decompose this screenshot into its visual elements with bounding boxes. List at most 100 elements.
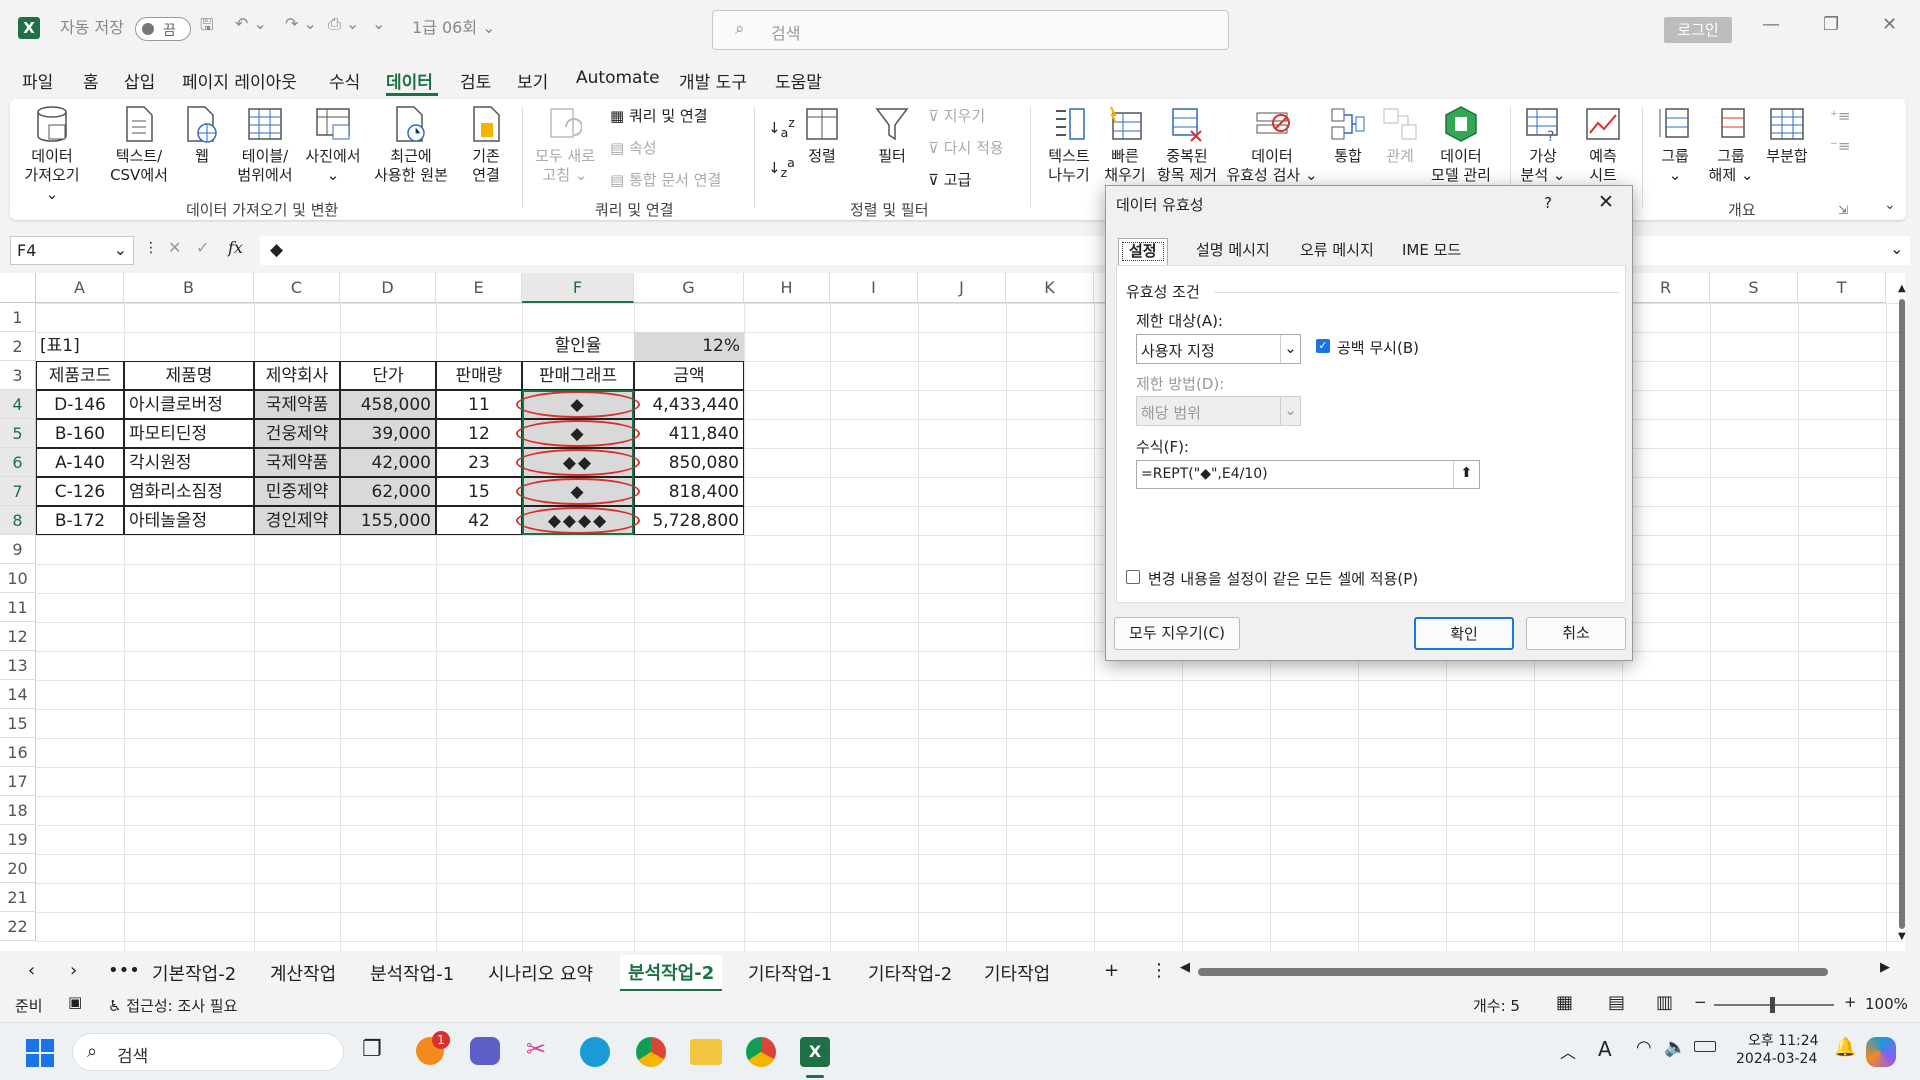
forecast-sheet-button[interactable]: 예측 시트 (1578, 105, 1628, 185)
table-cell-r1-c6[interactable]: ◆ (522, 390, 634, 419)
row-header-13[interactable]: 13 (0, 651, 36, 680)
row-header-5[interactable]: 5 (0, 419, 36, 448)
sheet-tab-6[interactable]: 기타작업-1 (748, 960, 832, 986)
collapse-dialog-icon[interactable]: ⬆ (1453, 461, 1479, 488)
menu-data[interactable]: 데이터 (386, 68, 433, 93)
outline-dialog-launcher-icon[interactable]: ⇲ (1838, 203, 1848, 217)
zoom-slider[interactable] (1714, 997, 1834, 1013)
discount-value[interactable]: 12% (634, 332, 744, 361)
save-icon[interactable]: 🖫 (200, 14, 214, 41)
task-view-icon[interactable]: ❐ (362, 1037, 382, 1062)
table-range-button[interactable]: 테이블/범위에서 (234, 105, 296, 185)
search-box[interactable]: ⌕ 검색 (712, 10, 1229, 50)
discount-label[interactable]: 할인율 (522, 332, 634, 361)
menu-page-layout[interactable]: 페이지 레이아웃 (182, 68, 297, 93)
table-header-1[interactable]: 제품코드 (36, 361, 124, 390)
table-cell-r3-c4[interactable]: 42,000 (340, 448, 436, 477)
column-header-f[interactable]: F (522, 273, 634, 303)
row-header-17[interactable]: 17 (0, 767, 36, 796)
chevron-up-icon[interactable]: ︿ (1560, 1039, 1576, 1063)
page-layout-view-icon[interactable]: ▤ (1608, 992, 1625, 1013)
recent-sources-button[interactable]: 최근에 사용한 원본 (368, 105, 454, 185)
row-header-14[interactable]: 14 (0, 680, 36, 709)
flash-fill-button[interactable]: 빠른 채우기 (1100, 105, 1150, 185)
windows-start-icon[interactable] (26, 1039, 54, 1067)
table-cell-r2-c1[interactable]: B-160 (36, 419, 124, 448)
column-header-i[interactable]: I (830, 273, 918, 303)
table-cell-r5-c2[interactable]: 아테놀올정 (124, 506, 254, 535)
what-if-analysis-button[interactable]: ? 가상 분석 ⌄ (1518, 105, 1568, 185)
text-to-columns-button[interactable]: 텍스트 나누기 (1042, 105, 1096, 185)
column-header-b[interactable]: B (124, 273, 254, 303)
sheet-tab-7[interactable]: 기타작업-2 (868, 960, 952, 986)
advanced-filter-button[interactable]: ⊽ 고급 (928, 171, 971, 190)
collapse-ribbon-icon[interactable]: ⌄ (1884, 197, 1896, 213)
table-cell-r4-c2[interactable]: 염화리소짐정 (124, 477, 254, 506)
row-header-19[interactable]: 19 (0, 825, 36, 854)
column-header-r[interactable]: R (1622, 273, 1710, 303)
ime-icon[interactable]: A (1598, 1037, 1612, 1061)
table-cell-r2-c6[interactable]: ◆ (522, 419, 634, 448)
menu-home[interactable]: 홈 (83, 68, 99, 93)
redo-icon[interactable]: ↷ ⌄ (285, 14, 317, 33)
more-icon[interactable]: ⋮ (144, 240, 158, 256)
column-header-c[interactable]: C (254, 273, 340, 303)
print-icon[interactable]: ⎙ ⌄ (328, 14, 359, 34)
sheet-tab-2[interactable]: 계산작업 (270, 960, 336, 986)
table-cell-r1-c5[interactable]: 11 (436, 390, 522, 419)
row-header-15[interactable]: 15 (0, 709, 36, 738)
from-picture-button[interactable]: 사진에서 ⌄ (300, 105, 366, 185)
web-button[interactable]: 웹 (182, 105, 222, 166)
table-header-5[interactable]: 판매량 (436, 361, 522, 390)
close-icon[interactable]: ✕ (1882, 14, 1897, 35)
column-header-e[interactable]: E (436, 273, 522, 303)
ignore-blank-checkbox[interactable]: ✓ (1316, 339, 1330, 353)
volume-icon[interactable]: 🔈 (1664, 1037, 1686, 1058)
name-box[interactable]: F4 ⌄ (10, 236, 134, 265)
file-explorer-icon[interactable] (690, 1039, 722, 1065)
row-header-7[interactable]: 7 (0, 477, 36, 506)
table-header-4[interactable]: 단가 (340, 361, 436, 390)
accessibility-status[interactable]: ♿ 접근성: 조사 필요 (108, 995, 237, 1016)
table-cell-r3-c3[interactable]: 국제약품 (254, 448, 340, 477)
table-cell-r3-c1[interactable]: A-140 (36, 448, 124, 477)
insert-function-icon[interactable]: fx (228, 238, 243, 257)
column-header-t[interactable]: T (1798, 273, 1886, 303)
table-header-6[interactable]: 판매그래프 (522, 361, 634, 390)
relationships-button[interactable]: 관계 (1380, 105, 1420, 166)
edge-icon[interactable] (580, 1037, 610, 1067)
properties-button[interactable]: ▤ 속성 (610, 139, 657, 158)
queries-connections-button[interactable]: ▦ 쿼리 및 연결 (610, 107, 708, 126)
table-cell-r2-c5[interactable]: 12 (436, 419, 522, 448)
row-header-11[interactable]: 11 (0, 593, 36, 622)
table-cell-r2-c4[interactable]: 39,000 (340, 419, 436, 448)
add-sheet-icon[interactable]: + (1104, 960, 1119, 981)
excel-taskbar-icon[interactable]: X (800, 1037, 830, 1067)
sheet-options-icon[interactable]: ⋮ (1150, 960, 1168, 981)
battery-icon[interactable] (1694, 1041, 1716, 1052)
table-header-7[interactable]: 금액 (634, 361, 744, 390)
row-header-12[interactable]: 12 (0, 622, 36, 651)
ignore-blank-label[interactable]: 공백 무시(B) (1337, 337, 1419, 358)
menu-review[interactable]: 검토 (460, 68, 491, 93)
data-model-button[interactable]: 데이터 모델 관리 (1426, 105, 1496, 185)
more-sheets-icon[interactable]: ••• (108, 960, 140, 981)
macro-record-icon[interactable]: ▣ (68, 993, 82, 1011)
table-cell-r5-c1[interactable]: B-172 (36, 506, 124, 535)
menu-developer[interactable]: 개발 도구 (679, 68, 747, 93)
column-header-h[interactable]: H (744, 273, 830, 303)
table-header-3[interactable]: 제약회사 (254, 361, 340, 390)
column-header-a[interactable]: A (36, 273, 124, 303)
sheet-tab-8[interactable]: 기타작업 (984, 960, 1050, 986)
chrome-icon[interactable] (636, 1037, 666, 1067)
row-header-21[interactable]: 21 (0, 883, 36, 912)
zoom-level[interactable]: 100% (1865, 995, 1908, 1013)
column-header-g[interactable]: G (634, 273, 744, 303)
row-header-20[interactable]: 20 (0, 854, 36, 883)
sheet-tab-4[interactable]: 시나리오 요약 (488, 960, 593, 986)
autosave-toggle[interactable]: 끔 (135, 17, 191, 41)
horizontal-scrollbar[interactable]: ◀ ▶ (1180, 960, 1890, 979)
table-cell-r4-c1[interactable]: C-126 (36, 477, 124, 506)
next-sheet-icon[interactable]: › (70, 960, 77, 981)
snipping-tool-icon[interactable]: ✂ (526, 1035, 546, 1063)
